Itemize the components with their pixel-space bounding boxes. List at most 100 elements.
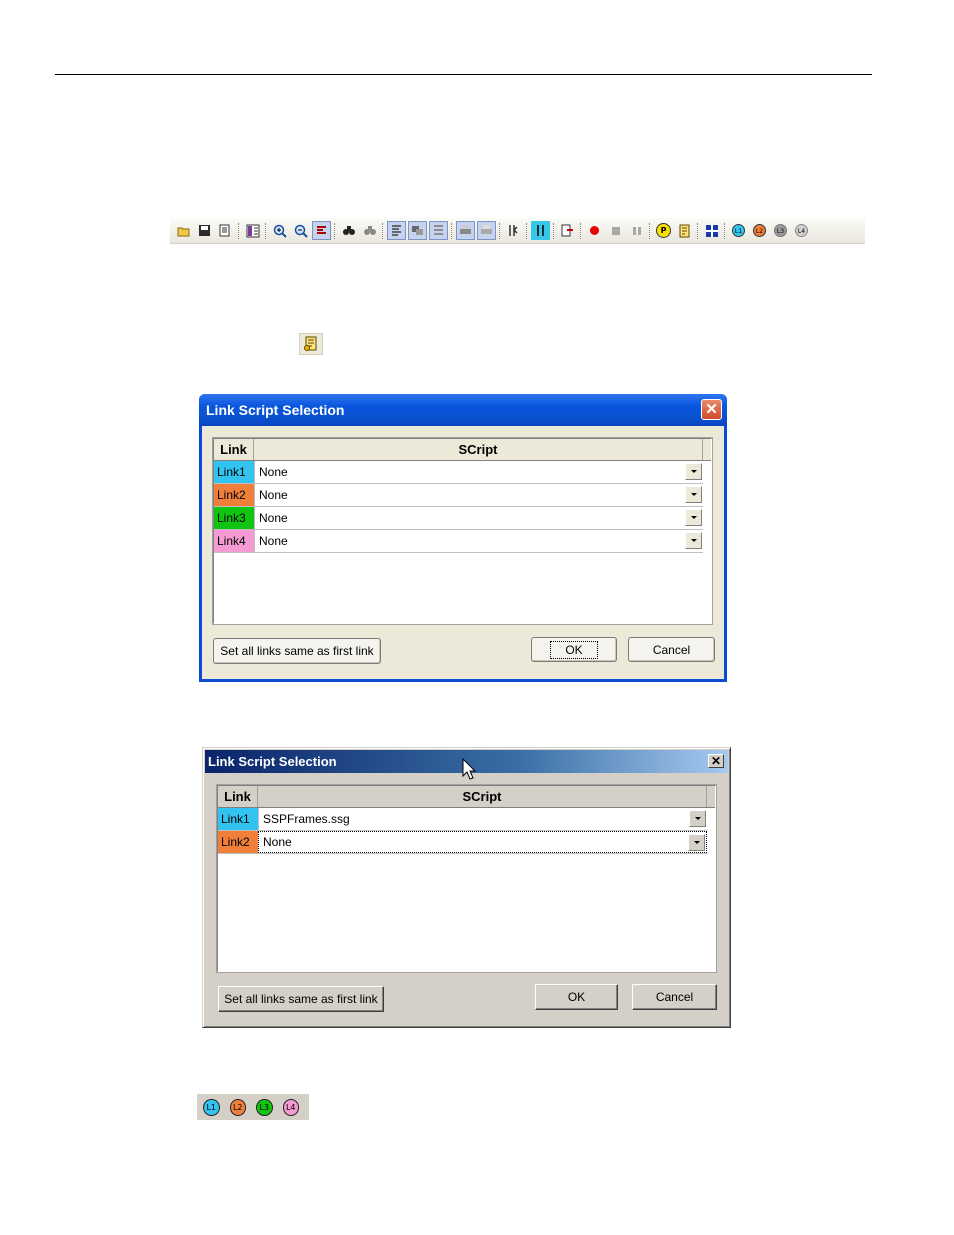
open-folder-icon[interactable]: [174, 221, 193, 240]
script-dropdown[interactable]: None: [254, 484, 703, 506]
grid-header: Link SCript: [218, 786, 715, 808]
l1-icon[interactable]: L1: [203, 1098, 220, 1116]
script-select-icon: [299, 333, 323, 355]
toolbar-separator: [265, 222, 267, 239]
dropdown-arrow-icon[interactable]: [688, 834, 705, 851]
cancel-button[interactable]: Cancel: [628, 637, 715, 662]
ok-button[interactable]: OK: [535, 984, 618, 1010]
p-label: P: [656, 223, 671, 238]
script-select-icon[interactable]: [675, 221, 694, 240]
script-dropdown[interactable]: None: [254, 461, 703, 483]
table-row: Link1 SSPFrames.ssg: [218, 808, 707, 831]
link-label: Link1: [214, 461, 254, 483]
table-row: Link4 None: [214, 530, 703, 553]
find-icon[interactable]: [339, 221, 358, 240]
script-dropdown[interactable]: None: [254, 530, 703, 552]
print-preview-icon[interactable]: [477, 221, 496, 240]
record-icon[interactable]: [585, 221, 604, 240]
l2-icon[interactable]: L2: [229, 1098, 246, 1116]
toolbar-separator: [499, 222, 501, 239]
script-dropdown[interactable]: None: [258, 831, 707, 853]
header-filler: [703, 439, 711, 460]
print-icon[interactable]: [456, 221, 475, 240]
pause-icon[interactable]: [627, 221, 646, 240]
find-next-icon[interactable]: [360, 221, 379, 240]
main-toolbar: P L1 L2 L3 L4: [170, 218, 865, 244]
l2-label: L2: [753, 224, 766, 237]
l4-icon[interactable]: L4: [282, 1098, 299, 1116]
edit-icon[interactable]: [216, 221, 235, 240]
set-all-links-button[interactable]: Set all links same as first link: [218, 986, 384, 1012]
l4-label: L4: [795, 224, 808, 237]
column-header-script: SCript: [254, 439, 703, 460]
split-icon[interactable]: [531, 221, 550, 240]
mouse-cursor-icon: [462, 758, 477, 780]
dialog-title-bar: Link Script Selection ✕: [199, 394, 727, 426]
script-value: None: [259, 511, 288, 525]
dropdown-arrow-icon[interactable]: [689, 810, 706, 827]
header-filler: [707, 786, 715, 807]
table-row: Link3 None: [214, 507, 703, 530]
dropdown-arrow-icon[interactable]: [685, 486, 702, 503]
toolbar-separator: [724, 222, 726, 239]
set-all-links-button[interactable]: Set all links same as first link: [213, 638, 381, 664]
grid-header: Link SCript: [214, 439, 711, 461]
table-row: Link2 None: [214, 484, 703, 507]
dropdown-arrow-icon[interactable]: [685, 509, 702, 526]
toolbar-separator: [382, 222, 384, 239]
l3-icon[interactable]: L3: [256, 1098, 273, 1116]
dropdown-arrow-icon[interactable]: [685, 463, 702, 480]
l1-label: L1: [732, 224, 745, 237]
grid-icon[interactable]: [702, 221, 721, 240]
toolbar-separator: [238, 222, 240, 239]
tools-icon[interactable]: [504, 221, 523, 240]
link-icon[interactable]: [387, 221, 406, 240]
l2-icon[interactable]: L2: [750, 221, 769, 240]
script-value: SSPFrames.ssg: [263, 812, 350, 826]
column-header-link: Link: [214, 439, 254, 460]
columns-icon[interactable]: [243, 221, 262, 240]
zoom-in-icon[interactable]: [270, 221, 289, 240]
zoom-out-icon[interactable]: [291, 221, 310, 240]
script-value: None: [259, 534, 288, 548]
p-icon[interactable]: P: [654, 221, 673, 240]
dialog-title: Link Script Selection: [208, 754, 337, 769]
toolbar-separator: [649, 222, 651, 239]
toolbar-separator: [697, 222, 699, 239]
l3-label: L3: [774, 224, 787, 237]
link-label: Link2: [218, 831, 258, 853]
script-value: None: [263, 835, 292, 849]
l3-icon[interactable]: L3: [771, 221, 790, 240]
link-script-grid: Link SCript Link1 SSPFrames.ssg Link2 No…: [216, 784, 717, 973]
header-rule: [55, 74, 872, 75]
link-3-icon[interactable]: [429, 221, 448, 240]
dropdown-arrow-icon[interactable]: [685, 532, 702, 549]
stop-icon[interactable]: [606, 221, 625, 240]
script-value: None: [259, 488, 288, 502]
toolbar-separator: [334, 222, 336, 239]
toolbar-separator: [580, 222, 582, 239]
toolbar-separator: [553, 222, 555, 239]
link-label: Link2: [214, 484, 254, 506]
script-value: None: [259, 465, 288, 479]
link-icon-strip: L1 L2 L3 L4: [197, 1094, 309, 1120]
cancel-button[interactable]: Cancel: [632, 984, 717, 1010]
toolbar-separator: [526, 222, 528, 239]
filter-icon[interactable]: [312, 221, 331, 240]
table-row: Link2 None: [218, 831, 707, 854]
link-pressed-icon[interactable]: [408, 221, 427, 240]
script-dropdown[interactable]: None: [254, 507, 703, 529]
column-header-script: SCript: [258, 786, 707, 807]
export-icon[interactable]: [558, 221, 577, 240]
ok-button[interactable]: OK: [531, 637, 617, 662]
l1-icon[interactable]: L1: [729, 221, 748, 240]
save-icon[interactable]: [195, 221, 214, 240]
link-script-dialog-xp: Link Script Selection ✕ Link SCript Link…: [199, 394, 727, 682]
close-icon[interactable]: ✕: [701, 399, 722, 420]
dialog-title: Link Script Selection: [206, 402, 345, 418]
close-icon[interactable]: ✕: [708, 754, 724, 768]
script-dropdown[interactable]: SSPFrames.ssg: [258, 808, 707, 830]
l4-icon[interactable]: L4: [792, 221, 811, 240]
column-header-link: Link: [218, 786, 258, 807]
link-label: Link4: [214, 530, 254, 552]
